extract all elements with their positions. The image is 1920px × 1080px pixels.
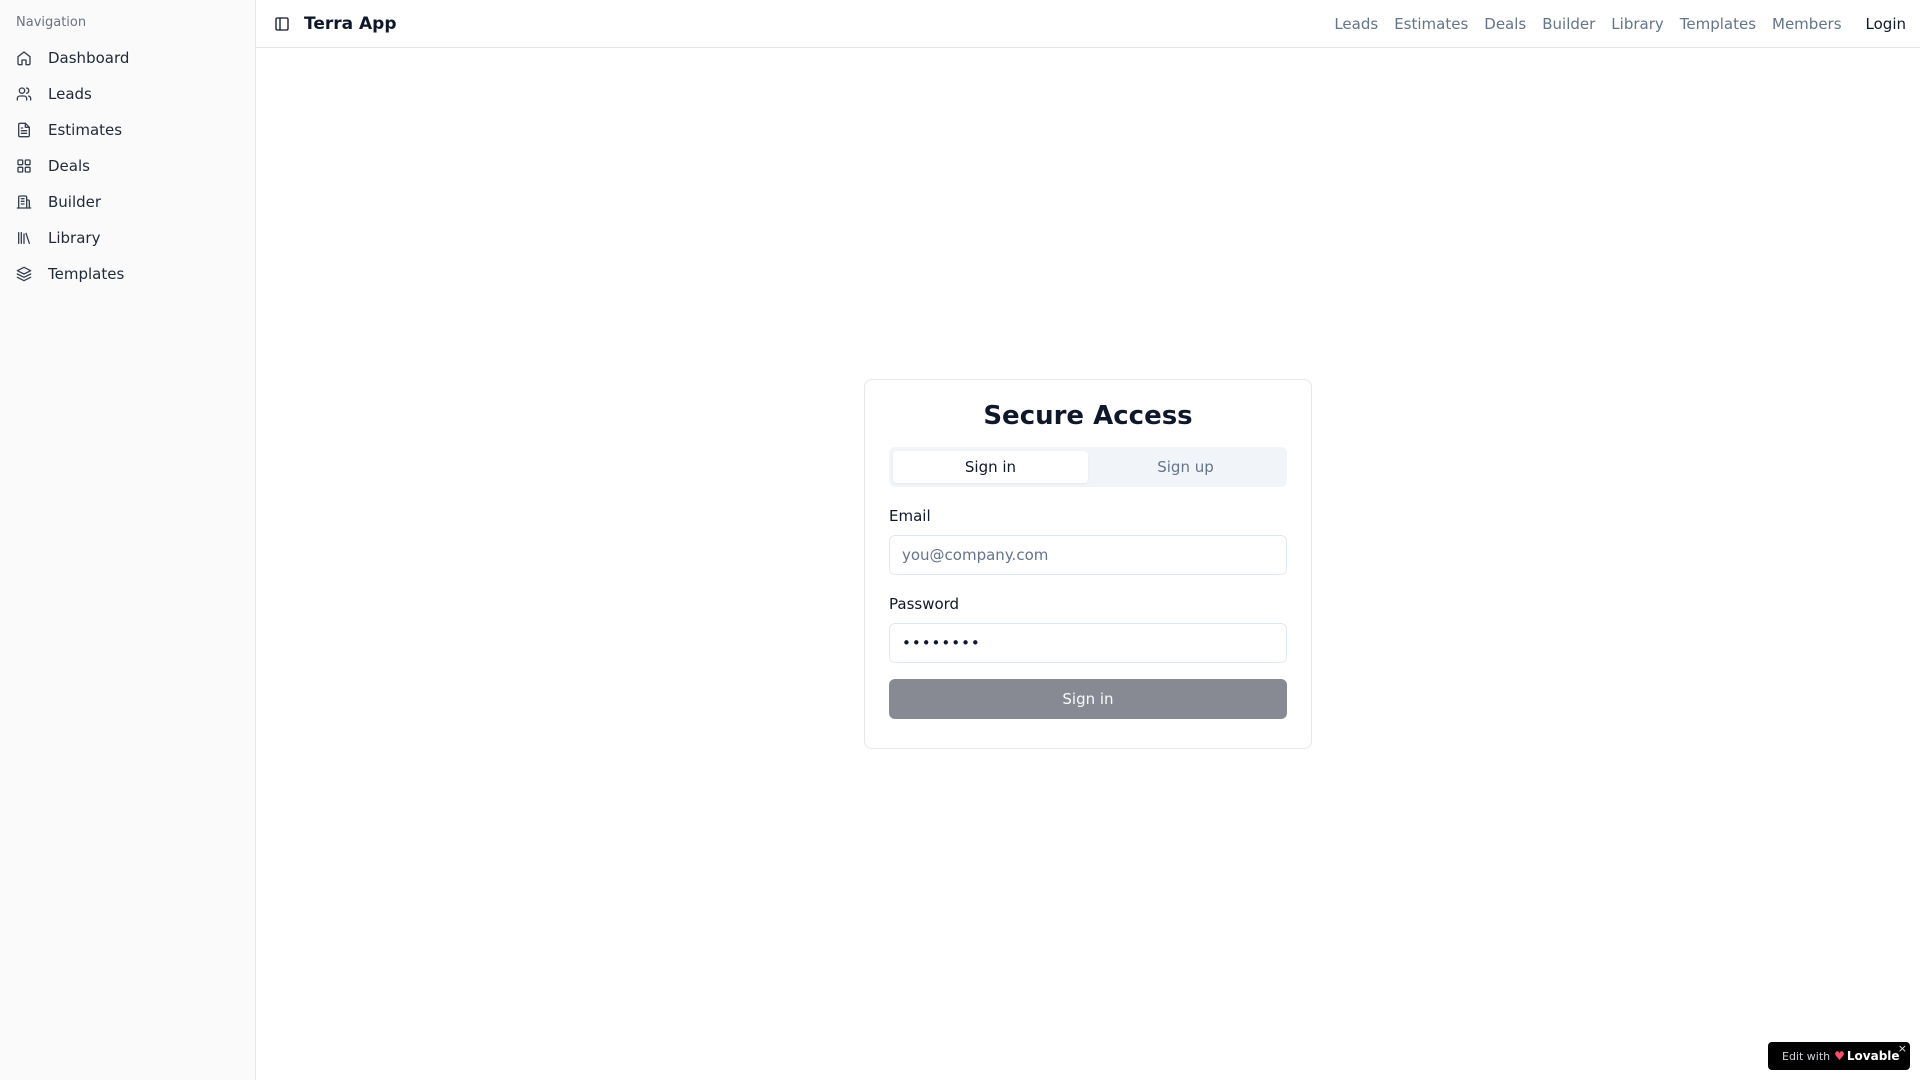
top-nav-library[interactable]: Library xyxy=(1611,15,1663,33)
sidebar-item-builder[interactable]: Builder xyxy=(8,184,247,220)
sidebar-item-leads[interactable]: Leads xyxy=(8,76,247,112)
grid-icon xyxy=(16,158,32,174)
sidebar-item-library[interactable]: Library xyxy=(8,220,247,256)
lovable-heart-icon: ♥ xyxy=(1834,1049,1845,1063)
library-icon xyxy=(16,230,32,246)
layers-icon xyxy=(16,266,32,282)
top-nav-leads[interactable]: Leads xyxy=(1334,15,1378,33)
badge-edit-text: Edit with xyxy=(1782,1049,1831,1063)
top-bar: Terra App Leads Estimates Deals Builder … xyxy=(256,0,1920,48)
edit-with-lovable-badge[interactable]: Edit with ♥ Lovable × xyxy=(1768,1042,1910,1070)
app-title: Terra App xyxy=(304,13,397,34)
email-label: Email xyxy=(889,507,931,525)
close-icon[interactable]: × xyxy=(1898,1042,1907,1055)
users-icon xyxy=(16,86,32,102)
sidebar-item-dashboard[interactable]: Dashboard xyxy=(8,40,247,76)
auth-card: Secure Access Sign in Sign up Email Pass… xyxy=(864,379,1312,749)
password-label: Password xyxy=(889,595,960,613)
sidebar-heading: Navigation xyxy=(16,15,87,30)
sidebar-item-label: Dashboard xyxy=(48,49,130,67)
top-nav-deals[interactable]: Deals xyxy=(1484,15,1526,33)
sidebar-item-deals[interactable]: Deals xyxy=(8,148,247,184)
top-nav-builder[interactable]: Builder xyxy=(1542,15,1595,33)
sidebar-item-label: Leads xyxy=(48,85,92,103)
password-field[interactable] xyxy=(889,623,1287,663)
sidebar-toggle-icon[interactable] xyxy=(274,16,290,32)
top-nav: Leads Estimates Deals Builder Library Te… xyxy=(1318,15,1906,33)
home-icon xyxy=(16,50,32,66)
tab-sign-up[interactable]: Sign up xyxy=(1088,451,1283,483)
sidebar-item-templates[interactable]: Templates xyxy=(8,256,247,292)
file-text-icon xyxy=(16,122,32,138)
sidebar: Navigation Dashboard Leads Estimates Dea… xyxy=(0,0,256,1080)
sidebar-item-estimates[interactable]: Estimates xyxy=(8,112,247,148)
top-nav-templates[interactable]: Templates xyxy=(1680,15,1756,33)
sign-in-button[interactable]: Sign in xyxy=(889,679,1287,719)
top-nav-members[interactable]: Members xyxy=(1772,15,1842,33)
sidebar-item-label: Builder xyxy=(48,193,102,211)
badge-brand: Lovable xyxy=(1846,1049,1900,1063)
sidebar-item-label: Deals xyxy=(48,157,90,175)
sidebar-item-label: Templates xyxy=(48,265,125,283)
tab-sign-in[interactable]: Sign in xyxy=(893,451,1088,483)
auth-tabs: Sign in Sign up xyxy=(889,447,1287,487)
building-icon xyxy=(16,194,32,210)
login-link[interactable]: Login xyxy=(1866,15,1906,33)
email-field[interactable] xyxy=(889,535,1287,575)
card-title: Secure Access xyxy=(983,401,1193,431)
sidebar-item-label: Library xyxy=(48,229,101,247)
sidebar-item-label: Estimates xyxy=(48,121,123,139)
top-nav-estimates[interactable]: Estimates xyxy=(1394,15,1468,33)
